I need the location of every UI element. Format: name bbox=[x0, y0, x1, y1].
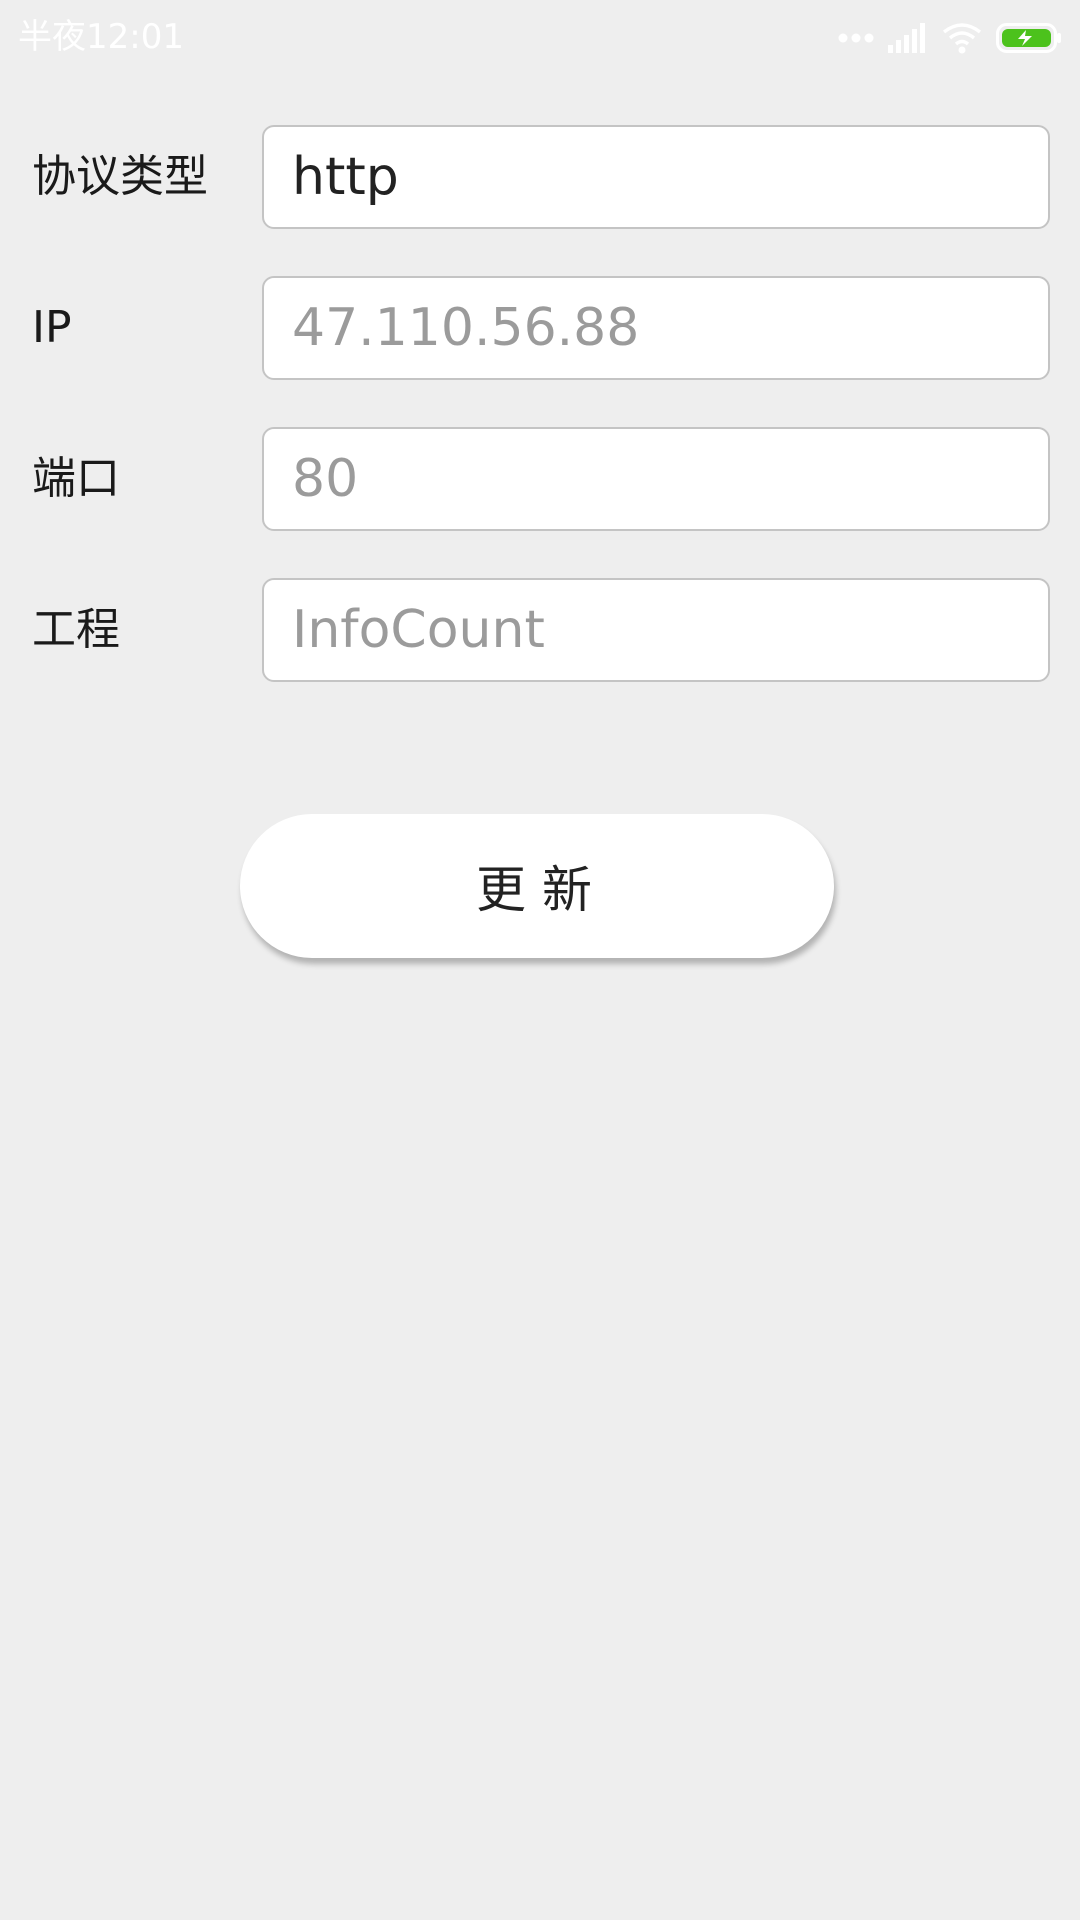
project-row: 工程 bbox=[0, 578, 1080, 682]
signal-icon bbox=[888, 23, 928, 53]
ip-row: IP bbox=[0, 276, 1080, 380]
ip-input[interactable] bbox=[262, 276, 1050, 380]
update-button[interactable]: 更新 bbox=[240, 814, 834, 958]
protocol-row: 协议类型 bbox=[0, 125, 1080, 229]
ip-label: IP bbox=[32, 302, 72, 353]
status-bar: 半夜12:01 bbox=[0, 0, 1080, 74]
more-dots-icon bbox=[838, 32, 874, 44]
port-row: 端口 bbox=[0, 427, 1080, 531]
port-input[interactable] bbox=[262, 427, 1050, 531]
wifi-icon bbox=[942, 22, 982, 54]
settings-screen: 半夜12:01 协议类型 http IP 47.110.56.88 端口 80 … bbox=[0, 0, 1080, 1920]
project-input[interactable] bbox=[262, 578, 1050, 682]
project-label: 工程 bbox=[32, 604, 120, 655]
battery-charging-icon bbox=[996, 23, 1062, 53]
port-label: 端口 bbox=[32, 453, 120, 504]
protocol-label: 协议类型 bbox=[32, 151, 208, 202]
status-icons bbox=[838, 18, 1062, 58]
status-time: 半夜12:01 bbox=[18, 17, 184, 57]
protocol-input[interactable] bbox=[262, 125, 1050, 229]
